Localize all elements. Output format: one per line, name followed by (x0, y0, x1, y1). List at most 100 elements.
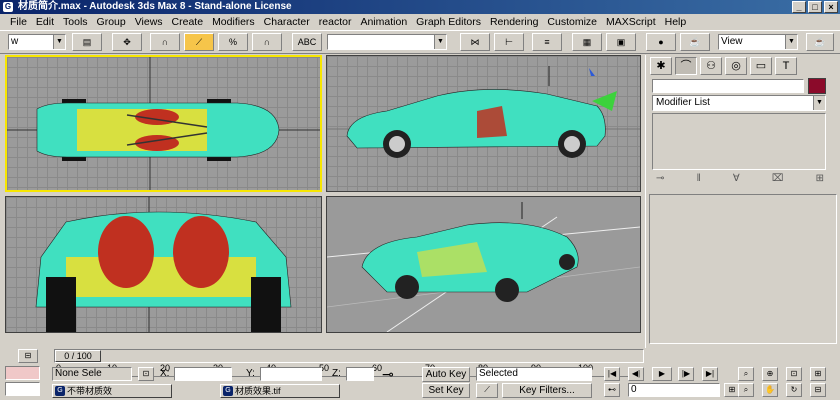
key-filters-button[interactable]: Key Filters... (502, 383, 592, 398)
maxscript-listener-mini[interactable] (5, 366, 40, 380)
pin-stack-icon[interactable]: ⊸ (656, 173, 664, 187)
menu-rendering[interactable]: Rendering (490, 14, 538, 30)
car-perspective-view (327, 202, 640, 332)
app-icon[interactable]: G (3, 2, 13, 12)
close-button[interactable]: × (824, 1, 838, 13)
current-frame-field[interactable]: 0 (628, 383, 720, 397)
ref-coord-dropdown[interactable]: View ▼ (718, 34, 798, 50)
maximize-button[interactable]: □ (808, 1, 822, 13)
modifier-stack[interactable] (652, 113, 826, 170)
time-slider[interactable]: 0 / 100 (54, 349, 644, 363)
car-top-view (7, 57, 320, 190)
zoom-icon[interactable]: ⌕ (738, 367, 754, 381)
menu-graph-editors[interactable]: Graph Editors (416, 14, 481, 30)
percent-snap-icon[interactable]: % (218, 33, 248, 51)
key-mode-toggle-icon[interactable]: ⊷ (604, 383, 620, 397)
chevron-down-icon: ▼ (785, 35, 797, 49)
mirror-icon[interactable]: ⋈ (460, 33, 490, 51)
layer-manager-icon[interactable]: ≡ (532, 33, 562, 51)
menu-reactor[interactable]: reactor (319, 14, 352, 30)
menu-modifiers[interactable]: Modifiers (212, 14, 255, 30)
viewport-left[interactable] (5, 196, 322, 333)
auto-key-button[interactable]: Auto Key (422, 367, 470, 382)
pan-icon[interactable]: ✋ (762, 383, 778, 397)
x-coord-field[interactable] (174, 367, 232, 381)
default-in-out-tangents-icon[interactable]: ⟋ (476, 383, 498, 398)
chevron-down-icon: ▼ (53, 35, 65, 49)
motion-tab-icon[interactable]: ◎ (725, 57, 747, 75)
time-slider-thumb[interactable]: 0 / 100 (55, 350, 101, 362)
menu-animation[interactable]: Animation (360, 14, 407, 30)
go-to-end-icon[interactable]: ▶| (702, 367, 718, 381)
modify-tab-icon[interactable]: ⌒ (675, 57, 697, 75)
menu-create[interactable]: Create (172, 14, 204, 30)
curve-editor-icon[interactable]: ▦ (572, 33, 602, 51)
chevron-down-icon: ▼ (434, 35, 446, 49)
play-icon[interactable]: ▶ (652, 367, 672, 381)
window-title: 材质简介.max - Autodesk 3ds Max 8 - Stand-al… (18, 1, 292, 12)
menu-views[interactable]: Views (135, 14, 163, 30)
snap-3d-icon[interactable]: ∩ (150, 33, 180, 51)
arc-rotate-icon[interactable]: ↻ (786, 383, 802, 397)
edit-named-selection-icon[interactable]: ABC (292, 33, 322, 51)
z-coord-field[interactable] (346, 367, 374, 381)
selection-filter-dropdown[interactable]: w ▼ (8, 34, 66, 50)
object-name-field[interactable] (652, 79, 804, 93)
spinner-snap-icon[interactable]: ∩ (252, 33, 282, 51)
menu-customize[interactable]: Customize (547, 14, 597, 30)
menu-file[interactable]: File (10, 14, 27, 30)
taskbar-item-2[interactable]: 材质效果.tif (220, 384, 340, 398)
set-key-button[interactable]: Set Key (422, 383, 470, 398)
go-to-start-icon[interactable]: |◀ (604, 367, 620, 381)
y-coord-field[interactable] (260, 367, 322, 381)
menu-edit[interactable]: Edit (36, 14, 54, 30)
taskbar-item-1[interactable]: 不带材质效 (52, 384, 172, 398)
car-side-view (327, 66, 640, 158)
minimize-button[interactable]: _ (792, 1, 806, 13)
viewport-front[interactable] (326, 55, 641, 192)
show-end-result-icon[interactable]: ‖ (697, 173, 701, 187)
maximize-viewport-icon[interactable]: ⊟ (810, 383, 826, 397)
make-unique-icon[interactable]: ∀ (733, 173, 740, 187)
key-mode-dropdown[interactable]: Selected (476, 367, 592, 381)
modifier-list-dropdown[interactable]: Modifier List ▼ (652, 95, 826, 111)
zoom-extents-all-icon[interactable]: ⊞ (810, 367, 826, 381)
command-panel-tabs: ✱ ⌒ ⚇ ◎ ▭ T (650, 57, 797, 75)
previous-frame-icon[interactable]: ◀| (628, 367, 644, 381)
angle-snap-icon[interactable]: ⟋ (184, 33, 214, 51)
menu-group[interactable]: Group (97, 14, 126, 30)
menu-bar: File Edit Tools Group Views Create Modif… (0, 14, 840, 30)
viewport-perspective[interactable] (326, 196, 641, 333)
render-scene-icon[interactable]: ☕ (680, 33, 710, 51)
zoom-extents-icon[interactable]: ⊡ (786, 367, 802, 381)
hierarchy-tab-icon[interactable]: ⚇ (700, 57, 722, 75)
object-color-swatch[interactable] (808, 78, 826, 94)
menu-help[interactable]: Help (665, 14, 687, 30)
stack-buttons: ⊸ ‖ ∀ ⌧ ⊞ (656, 173, 824, 187)
track-bar-toggle-icon[interactable]: ⊟ (18, 349, 38, 363)
key-icon[interactable]: ⊸ (382, 366, 394, 383)
remove-modifier-icon[interactable]: ⌧ (772, 173, 784, 187)
key-mode-value: Selected (479, 368, 518, 379)
select-and-move-icon[interactable]: ✥ (112, 33, 142, 51)
lock-selection-icon[interactable]: ⊡ (138, 367, 154, 381)
menu-maxscript[interactable]: MAXScript (606, 14, 656, 30)
create-tab-icon[interactable]: ✱ (650, 57, 672, 75)
align-icon[interactable]: ⊢ (494, 33, 524, 51)
zoom-all-icon[interactable]: ⊕ (762, 367, 778, 381)
viewport-top[interactable] (5, 55, 322, 192)
field-of-view-icon[interactable]: ⌕ (738, 383, 754, 397)
menu-tools[interactable]: Tools (63, 14, 88, 30)
configure-modifier-sets-icon[interactable]: ⊞ (816, 173, 824, 187)
schematic-view-icon[interactable]: ▣ (606, 33, 636, 51)
menu-character[interactable]: Character (264, 14, 310, 30)
display-tab-icon[interactable]: ▭ (750, 57, 772, 75)
title-bar: G 材质简介.max - Autodesk 3ds Max 8 - Stand-… (0, 0, 840, 14)
material-editor-icon[interactable]: ● (646, 33, 676, 51)
named-selection-dropdown[interactable]: ▼ (327, 34, 447, 50)
select-by-name-button[interactable]: ▤ (72, 33, 102, 51)
quick-render-icon[interactable]: ☕ (806, 33, 834, 51)
utilities-tab-icon[interactable]: T (775, 57, 797, 75)
next-frame-icon[interactable]: |▶ (678, 367, 694, 381)
status-bar: None Sele ⊡ X: Y: Z: ⊸ 不带材质效 材质效果.tif Au… (0, 364, 840, 400)
